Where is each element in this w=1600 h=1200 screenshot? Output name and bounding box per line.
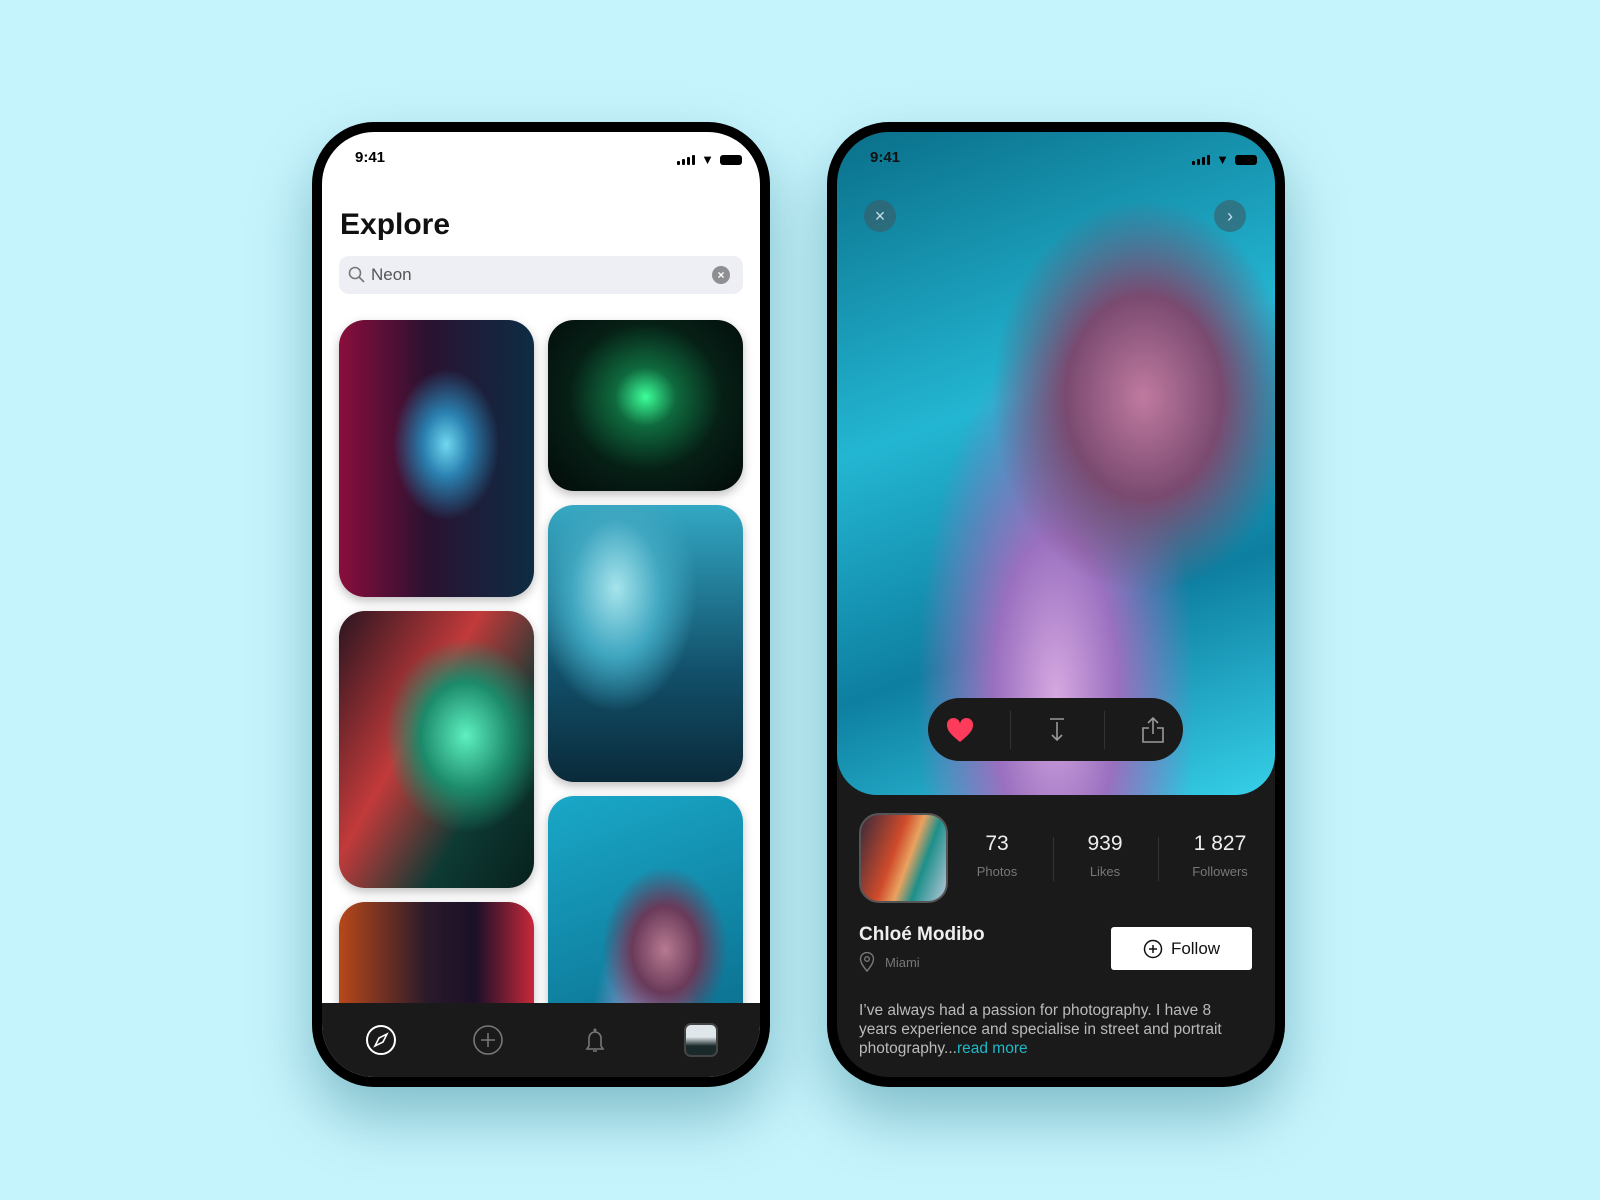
wifi-icon: ▼ — [701, 152, 714, 167]
divider — [1053, 837, 1054, 881]
stat-value: 73 — [985, 832, 1009, 855]
photo-tile-neon-skyscraper[interactable] — [339, 320, 534, 597]
main-photo — [837, 132, 1275, 795]
stat-label: Photos — [976, 864, 1018, 879]
divider — [1010, 710, 1012, 749]
divider — [1158, 837, 1159, 881]
stat-likes: 939 Likes — [1055, 832, 1155, 879]
stat-photos: 73 Photos — [947, 832, 1047, 879]
bell-icon[interactable] — [578, 1023, 612, 1057]
bottom-tab-bar — [322, 1003, 760, 1077]
download-icon[interactable] — [1047, 717, 1067, 743]
signal-icon — [1192, 154, 1211, 165]
search-icon — [348, 266, 365, 283]
read-more-link[interactable]: read more — [957, 1040, 1028, 1057]
explore-phone: 9:41 ▼ Explore Neon × — [312, 122, 770, 1087]
stat-followers: 1 827 Followers — [1170, 832, 1270, 879]
profile-location: Miami — [859, 952, 920, 972]
clear-search-icon[interactable]: × — [712, 266, 730, 284]
bio-text: I’ve always had a passion for photograph… — [859, 1002, 1222, 1057]
status-icons: ▼ — [677, 152, 742, 167]
explore-screen: 9:41 ▼ Explore Neon × — [322, 132, 760, 1077]
divider — [1103, 710, 1105, 749]
detail-screen: 9:41 ▼ × › 73 Photos 939 Likes 1 827 Follow… — [837, 132, 1275, 1077]
stat-value: 1 827 — [1193, 832, 1247, 855]
location-pin-icon — [859, 952, 875, 972]
photo-tile-neon-cactus[interactable] — [548, 320, 743, 491]
page-title: Explore — [340, 208, 451, 241]
chevron-right-icon: › — [1227, 206, 1233, 226]
wifi-icon: ▼ — [1216, 152, 1229, 167]
follow-label: Follow — [1170, 938, 1221, 958]
close-button[interactable]: × — [864, 200, 896, 232]
status-icons: ▼ — [1192, 152, 1257, 167]
location-label: Miami — [885, 954, 920, 970]
signal-icon — [677, 154, 696, 165]
stat-value: 939 — [1087, 832, 1123, 855]
next-button[interactable]: › — [1214, 200, 1246, 232]
search-value: Neon — [371, 265, 412, 284]
photo-actions — [928, 698, 1183, 761]
profile-avatar[interactable] — [684, 1023, 718, 1057]
share-icon[interactable] — [1141, 716, 1165, 744]
profile-bio: I’ve always had a passion for photograph… — [859, 1001, 1249, 1058]
heart-icon[interactable] — [946, 717, 974, 743]
stat-label: Likes — [1089, 864, 1121, 879]
photo-tile-smoke-man-jacket[interactable] — [548, 505, 743, 782]
compass-icon[interactable] — [364, 1023, 398, 1057]
photo-tile-green-smoke-woman[interactable] — [339, 611, 534, 888]
add-photo-icon[interactable] — [471, 1023, 505, 1057]
status-time: 9:41 — [355, 149, 386, 166]
battery-icon — [1235, 154, 1257, 165]
profile-name: Chloé Modibo — [859, 924, 985, 945]
plus-circle-icon — [1143, 939, 1163, 958]
close-icon: × — [874, 206, 886, 226]
detail-phone: 9:41 ▼ × › 73 Photos 939 Likes 1 827 Follow… — [827, 122, 1285, 1087]
profile-avatar[interactable] — [859, 813, 948, 903]
status-time: 9:41 — [870, 149, 901, 166]
follow-button[interactable]: Follow — [1111, 927, 1252, 970]
battery-icon — [720, 154, 742, 165]
stat-label: Followers — [1192, 864, 1248, 879]
search-input[interactable]: Neon × — [339, 256, 743, 294]
